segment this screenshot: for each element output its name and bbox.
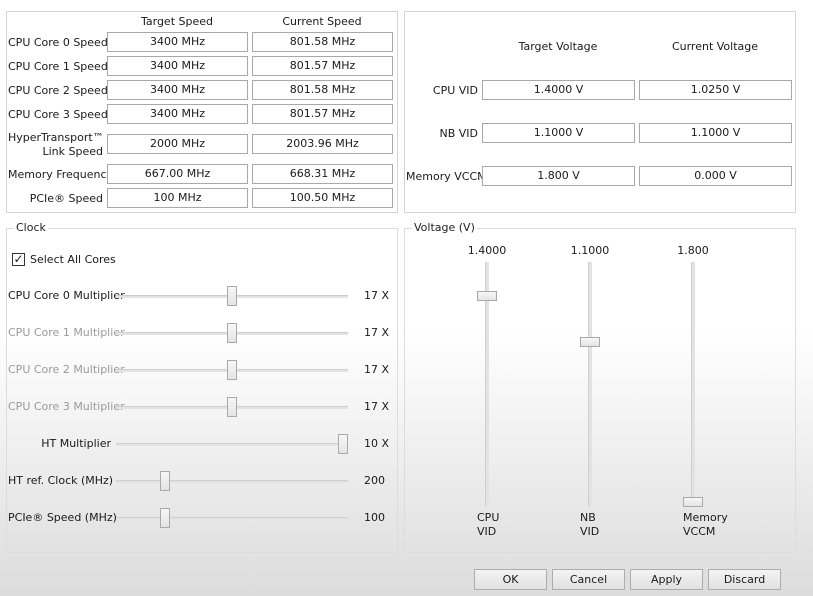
- cpu-core-0-current-speed: 801.58 MHz: [252, 32, 393, 52]
- clock-slider-thumb[interactable]: [160, 508, 171, 528]
- cpu-core-1-target-speed: 3400 MHz: [107, 56, 248, 76]
- clock-slider-value: 17 X: [364, 400, 390, 413]
- hypertransport-target-speed: 2000 MHz: [107, 134, 248, 154]
- hypertransport-label-line2: Link Speed: [42, 145, 103, 158]
- clock-slider-value: 200: [364, 474, 385, 487]
- voltage-slider-track[interactable]: [691, 262, 695, 507]
- ok-button[interactable]: OK: [474, 569, 547, 590]
- hypertransport-current-speed: 2003.96 MHz: [252, 134, 393, 154]
- cpu-core-1-current-speed: 801.57 MHz: [252, 56, 393, 76]
- clock-slider-label: CPU Core 2 Multiplier: [8, 363, 125, 376]
- clock-slider-thumb: [227, 397, 237, 417]
- cpu-core-3-target-speed: 3400 MHz: [107, 104, 248, 124]
- voltage-slider-top-value: 1.4000: [467, 244, 507, 257]
- clock-slider-label: CPU Core 1 Multiplier: [8, 326, 125, 339]
- memory-frequency-target: 667.00 MHz: [107, 164, 248, 184]
- cpu-core-2-current-speed: 801.58 MHz: [252, 80, 393, 100]
- cpu-core-2-target-speed: 3400 MHz: [107, 80, 248, 100]
- clock-slider-track[interactable]: [116, 517, 348, 520]
- clock-slider-thumb: [227, 323, 237, 343]
- nb-vid-target: 1.1000 V: [482, 123, 635, 143]
- pcie-current-speed: 100.50 MHz: [252, 188, 393, 208]
- memory-frequency-label: Memory Frequency: [8, 168, 114, 181]
- voltage-slider-label-line1: CPU: [477, 511, 500, 524]
- clock-group-title: Clock: [14, 221, 48, 234]
- discard-button[interactable]: Discard: [708, 569, 781, 590]
- pcie-speed-label: PCIe® Speed: [29, 192, 103, 205]
- memory-frequency-current: 668.31 MHz: [252, 164, 393, 184]
- select-all-cores-checkbox[interactable]: ✓: [12, 253, 25, 266]
- cpu-core-0-target-speed: 3400 MHz: [107, 32, 248, 52]
- voltage-slider-label-line1: Memory: [683, 511, 728, 524]
- voltage-slider-thumb[interactable]: [477, 291, 497, 302]
- clock-slider-thumb[interactable]: [227, 286, 237, 306]
- clock-slider-value: 17 X: [364, 363, 390, 376]
- clock-slider-value: 100: [364, 511, 385, 524]
- memory-vccm-current: 0.000 V: [639, 166, 792, 186]
- voltage-group-title: Voltage (V): [412, 221, 477, 234]
- voltage-slider-track[interactable]: [588, 262, 592, 507]
- clock-slider-label: PCIe® Speed (MHz): [8, 511, 117, 524]
- clock-slider-value: 17 X: [364, 326, 390, 339]
- nb-vid-current: 1.1000 V: [639, 123, 792, 143]
- cpu-vid-label: CPU VID: [432, 84, 478, 97]
- clock-slider-thumb: [227, 360, 237, 380]
- clock-slider-track[interactable]: [116, 480, 348, 483]
- pcie-target-speed: 100 MHz: [107, 188, 248, 208]
- memory-vccm-target: 1.800 V: [482, 166, 635, 186]
- voltage-slider-label-line2: VCCM: [683, 525, 716, 538]
- voltage-slider-thumb[interactable]: [580, 337, 600, 348]
- voltage-slider-label-line2: VID: [580, 525, 600, 538]
- cpu-core-2-speed-label: CPU Core 2 Speed: [8, 84, 108, 97]
- nb-vid-label: NB VID: [439, 127, 478, 140]
- target-speed-header: Target Speed: [140, 15, 213, 28]
- clock-slider-value: 17 X: [364, 289, 390, 302]
- memory-vccm-label: Memory VCCM: [406, 170, 487, 183]
- clock-group: [6, 228, 398, 553]
- voltage-slider-top-value: 1.800: [677, 244, 709, 257]
- cpu-core-3-current-speed: 801.57 MHz: [252, 104, 393, 124]
- clock-slider-label: HT Multiplier: [41, 437, 111, 450]
- cpu-core-3-speed-label: CPU Core 3 Speed: [8, 108, 108, 121]
- cancel-button[interactable]: Cancel: [552, 569, 625, 590]
- apply-button[interactable]: Apply: [630, 569, 703, 590]
- cpu-core-1-speed-label: CPU Core 1 Speed: [8, 60, 108, 73]
- clock-slider-thumb[interactable]: [338, 434, 348, 454]
- target-voltage-header: Target Voltage: [518, 40, 598, 53]
- clock-slider-label: HT ref. Clock (MHz): [8, 474, 114, 487]
- clock-slider-value: 10 X: [364, 437, 390, 450]
- voltage-group: [404, 228, 796, 553]
- voltage-slider-label-line1: NB: [580, 511, 596, 524]
- hypertransport-label-line1: HyperTransport™: [8, 131, 104, 144]
- cpu-core-0-speed-label: CPU Core 0 Speed: [8, 36, 108, 49]
- cpu-vid-target: 1.4000 V: [482, 80, 635, 100]
- current-voltage-header: Current Voltage: [671, 40, 759, 53]
- clock-slider-label: CPU Core 0 Multiplier: [8, 289, 125, 302]
- clock-slider-track[interactable]: [116, 443, 348, 446]
- cpu-vid-current: 1.0250 V: [639, 80, 792, 100]
- voltage-slider-thumb[interactable]: [683, 497, 703, 507]
- voltage-slider-label-line2: VID: [477, 525, 497, 538]
- select-all-cores-label[interactable]: Select All Cores: [30, 253, 116, 266]
- current-speed-header: Current Speed: [282, 15, 362, 28]
- voltage-slider-top-value: 1.1000: [570, 244, 610, 257]
- clock-slider-thumb[interactable]: [160, 471, 171, 491]
- clock-slider-label: CPU Core 3 Multiplier: [8, 400, 125, 413]
